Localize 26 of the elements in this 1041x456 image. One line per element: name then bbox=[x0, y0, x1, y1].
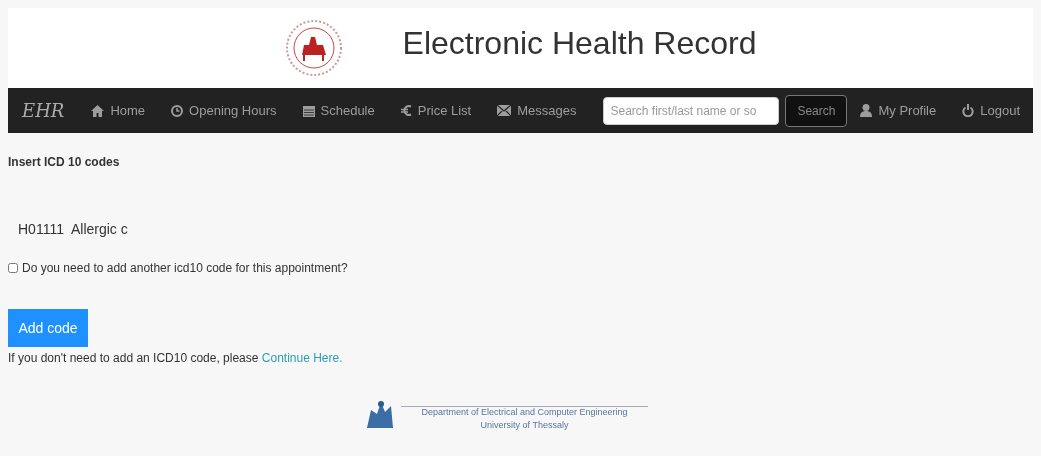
continue-note: If you don't need to add an ICD10 code, please Continue Here. bbox=[8, 351, 344, 365]
power-icon bbox=[962, 104, 975, 117]
add-code-button[interactable]: Add code bbox=[8, 309, 88, 347]
brand-logo[interactable]: EHR bbox=[22, 100, 65, 121]
nav-link[interactable]: Messages bbox=[484, 103, 590, 118]
search-field[interactable]: Search first/last name or so bbox=[603, 96, 780, 125]
user-icon bbox=[860, 104, 873, 117]
nav-link[interactable]: My Profile bbox=[847, 103, 950, 118]
clock-icon bbox=[171, 104, 184, 117]
nav-link[interactable]: Home bbox=[78, 103, 159, 118]
nav-link[interactable]: Logout bbox=[949, 103, 1033, 118]
nav-link[interactable]: Schedule bbox=[289, 103, 388, 118]
university-name: University of Thessaly bbox=[480, 420, 569, 430]
checkbox-label: Do you need to add another icd10 code for this appointment? bbox=[22, 261, 348, 275]
home-icon bbox=[91, 104, 105, 117]
search-button[interactable]: Search bbox=[785, 94, 848, 127]
department-name: Department of Electrical and Computer Engineering bbox=[421, 407, 628, 417]
page-title: Electronic Health Record bbox=[402, 24, 757, 62]
calendar-icon bbox=[302, 104, 315, 117]
nav-link[interactable]: Opening Hours bbox=[158, 103, 290, 118]
checkbox[interactable] bbox=[8, 263, 18, 273]
envelope-icon bbox=[497, 105, 512, 116]
nav-link[interactable]: Price List bbox=[387, 103, 485, 118]
section-heading: Insert ICD 10 codes bbox=[8, 154, 121, 169]
university-logo bbox=[284, 19, 343, 77]
euro-icon bbox=[400, 104, 412, 117]
